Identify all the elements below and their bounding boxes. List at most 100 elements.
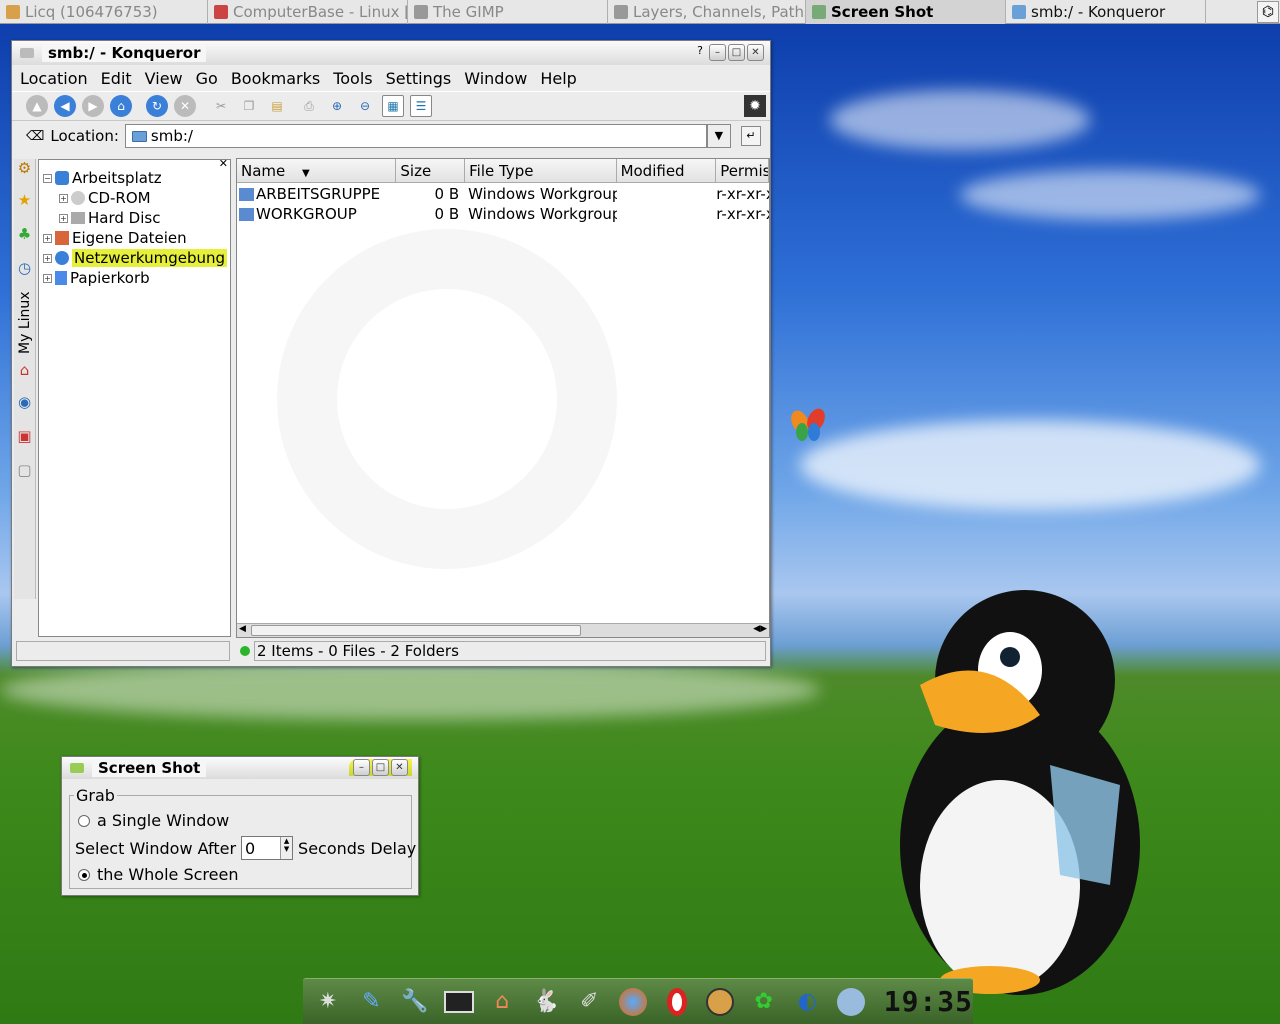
clock[interactable]: 19:35: [884, 985, 973, 1018]
single-window-option[interactable]: a Single Window: [78, 811, 229, 830]
task-computerbase[interactable]: ComputerBase - Linux [: [208, 0, 408, 24]
home-tab-icon[interactable]: ⌂: [14, 355, 35, 385]
licq-icon[interactable]: [703, 985, 737, 1019]
menu-window[interactable]: Window: [464, 69, 527, 88]
expand-icon[interactable]: +: [43, 273, 52, 283]
home-icon[interactable]: ⌂: [485, 985, 519, 1019]
menu-tools[interactable]: Tools: [333, 69, 372, 88]
horizontal-scrollbar[interactable]: ◀ ◀▶: [237, 623, 769, 637]
expand-icon[interactable]: +: [43, 233, 52, 243]
menu-location[interactable]: Location: [20, 69, 88, 88]
menu-settings[interactable]: Settings: [386, 69, 452, 88]
table-row[interactable]: ARBEITSGRUPPE 0 B Windows Workgroup r-xr…: [237, 184, 769, 204]
opera-icon[interactable]: [660, 985, 694, 1019]
table-row[interactable]: WORKGROUP 0 B Windows Workgroup r-xr-xr-…: [237, 204, 769, 224]
clear-location-icon[interactable]: ⌫: [26, 129, 44, 144]
services-tab-icon[interactable]: ♣: [14, 217, 35, 251]
copy-icon[interactable]: ❐: [238, 95, 260, 117]
scroll-right-icon[interactable]: ◀▶: [753, 624, 767, 634]
minimize-button[interactable]: –: [353, 759, 370, 776]
kde-gear-icon[interactable]: ✹: [744, 95, 766, 117]
sidebar-tab-mylinux[interactable]: My Linux: [14, 285, 35, 355]
control-center-icon[interactable]: 🔧: [398, 985, 432, 1019]
window-menu-icon[interactable]: [20, 48, 34, 58]
single-window-radio[interactable]: [78, 814, 90, 827]
paste-icon[interactable]: ▤: [266, 95, 288, 117]
bookmarks-tab-icon[interactable]: ★: [14, 183, 35, 217]
tree-item-harddisc[interactable]: + Hard Disc: [59, 209, 160, 227]
root-folder-tab-icon[interactable]: ▣: [14, 419, 35, 453]
cut-icon[interactable]: ✂: [210, 95, 232, 117]
icon-view-icon[interactable]: ▦: [382, 95, 404, 117]
close-button[interactable]: ✕: [747, 44, 764, 61]
location-input[interactable]: smb:/: [124, 124, 707, 148]
zoom-out-icon[interactable]: ⊖: [354, 95, 376, 117]
zoom-in-icon[interactable]: ⊕: [326, 95, 348, 117]
task-gimp[interactable]: The GIMP: [408, 0, 608, 24]
help-icon[interactable]: ?: [697, 44, 703, 61]
tree-item-papierkorb[interactable]: + Papierkorb: [43, 269, 150, 287]
expand-icon[interactable]: +: [59, 193, 68, 203]
rabbit-icon[interactable]: 🐇: [529, 985, 563, 1019]
task-licq[interactable]: Licq (106476753): [0, 0, 208, 24]
close-taskbar-icon[interactable]: ⌬: [1257, 1, 1279, 23]
print-icon[interactable]: ⎙: [298, 95, 320, 117]
tree-item-netzwerkumgebung[interactable]: + Netzwerkumgebung: [43, 249, 228, 267]
scrollbar-thumb[interactable]: [251, 625, 581, 636]
maximize-button[interactable]: □: [728, 44, 745, 61]
scroll-left-icon[interactable]: ◀: [239, 624, 246, 634]
column-modified[interactable]: Modified: [617, 159, 717, 182]
terminal-icon[interactable]: [442, 985, 476, 1019]
collapse-icon[interactable]: −: [43, 173, 52, 183]
column-size[interactable]: Size: [396, 159, 466, 182]
task-layers[interactable]: Layers, Channels, Paths: [608, 0, 806, 24]
history-tab-icon[interactable]: ◷: [14, 251, 35, 285]
task-konqueror[interactable]: smb:/ - Konqueror: [1006, 0, 1206, 24]
minimize-button[interactable]: –: [709, 44, 726, 61]
konqueror-titlebar[interactable]: smb:/ - Konqueror ? – □ ✕: [12, 41, 770, 65]
home-icon[interactable]: ⌂: [110, 95, 132, 117]
icq-flower-icon[interactable]: ✿: [747, 985, 781, 1019]
maximize-button[interactable]: □: [372, 759, 389, 776]
kopete-icon[interactable]: ◐: [791, 985, 825, 1019]
back-arrow-icon[interactable]: ◀: [54, 95, 76, 117]
tree-item-eigene-dateien[interactable]: + Eigene Dateien: [43, 229, 187, 247]
licq-icon: [6, 5, 20, 19]
column-name[interactable]: Name ▼: [237, 159, 397, 182]
desktop-icon[interactable]: ✎: [355, 985, 389, 1019]
tree-item-cdrom[interactable]: + CD-ROM: [59, 189, 151, 207]
go-button[interactable]: ↵: [740, 126, 761, 146]
list-header: Name ▼ Size File Type Modified Permis: [237, 159, 769, 183]
delay-spinbox[interactable]: 0 ▲ ▼: [241, 836, 294, 860]
column-filetype[interactable]: File Type: [465, 159, 617, 182]
screenshot-titlebar[interactable]: Screen Shot – □ ✕: [62, 757, 418, 779]
expand-icon[interactable]: +: [59, 213, 68, 223]
spin-arrows-icon[interactable]: ▲ ▼: [280, 837, 293, 859]
menu-view[interactable]: View: [145, 69, 183, 88]
expand-icon[interactable]: +: [43, 253, 52, 263]
stop-icon[interactable]: ✕: [174, 95, 196, 117]
mms-icon[interactable]: [834, 985, 868, 1019]
location-dropdown-button[interactable]: ▼: [706, 124, 731, 148]
detail-view-icon[interactable]: ☰: [410, 95, 432, 117]
tree-item-arbeitsplatz[interactable]: − Arbeitsplatz: [43, 169, 162, 187]
menu-edit[interactable]: Edit: [101, 69, 132, 88]
kde-menu-icon[interactable]: ✷: [311, 985, 345, 1019]
network-tab-icon[interactable]: ◉: [14, 385, 35, 419]
sidebar-config-icon[interactable]: ⚙: [14, 159, 35, 183]
task-screenshot[interactable]: Screen Shot: [806, 0, 1006, 24]
whole-screen-radio[interactable]: [78, 868, 90, 881]
column-permissions[interactable]: Permis: [716, 159, 769, 182]
menu-go[interactable]: Go: [196, 69, 218, 88]
editor-icon[interactable]: ✐: [573, 985, 607, 1019]
up-arrow-icon[interactable]: ▲: [26, 95, 48, 117]
menu-help[interactable]: Help: [540, 69, 576, 88]
notes-tab-icon[interactable]: ▢: [14, 453, 35, 487]
forward-arrow-icon[interactable]: ▶: [82, 95, 104, 117]
firefox-icon[interactable]: [616, 985, 650, 1019]
close-sidebar-icon[interactable]: ✕: [219, 157, 228, 170]
close-button[interactable]: ✕: [391, 759, 408, 776]
whole-screen-option[interactable]: the Whole Screen: [78, 865, 238, 884]
menu-bookmarks[interactable]: Bookmarks: [231, 69, 320, 88]
reload-icon[interactable]: ↻: [146, 95, 168, 117]
